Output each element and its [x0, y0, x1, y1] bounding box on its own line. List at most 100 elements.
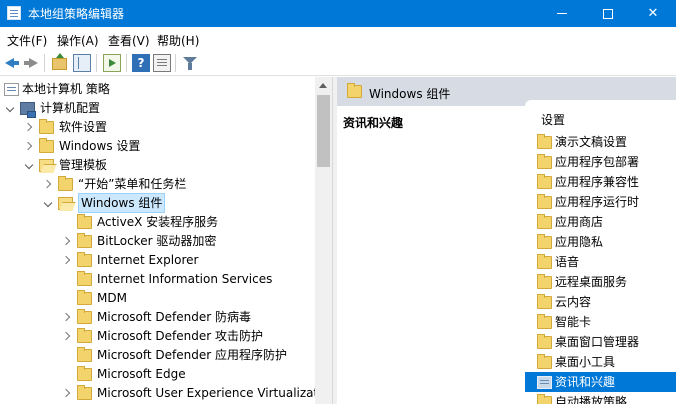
close-icon: ✕ — [647, 6, 659, 21]
tree-node-label: Microsoft Edge — [97, 367, 186, 381]
list-item[interactable]: 应用隐私 — [525, 232, 676, 252]
tree-node-label: MDM — [97, 291, 127, 305]
list-item-label: 演示文稿设置 — [555, 135, 628, 149]
close-button[interactable]: ✕ — [630, 0, 676, 27]
console-tree[interactable]: 本地计算机 策略 计算机配置 软件设置 Windows 设置 管理模板 “开始”菜单和任务… — [0, 77, 332, 404]
list-item[interactable]: 智能卡 — [525, 312, 676, 332]
tree-node-label: ActiveX 安装程序服务 — [97, 215, 219, 229]
menu-file[interactable]: 文件(F) — [7, 32, 47, 49]
menu-help[interactable]: 帮助(H) — [157, 32, 199, 49]
computer-icon — [20, 102, 36, 118]
policy-icon — [537, 376, 552, 389]
folder-icon — [537, 314, 552, 329]
tree-node-label: Microsoft Defender 攻击防护 — [97, 329, 264, 343]
minimize-icon — [557, 13, 567, 14]
back-icon[interactable] — [3, 54, 21, 72]
list-item[interactable]: 桌面小工具 — [525, 352, 676, 372]
list-item-label: 语音 — [555, 255, 580, 269]
list-item-label: 应用程序包部署 — [555, 155, 640, 169]
menu-bar: 文件(F) 操作(A) 查看(V) 帮助(H) — [0, 27, 676, 51]
toolbar-separator — [175, 54, 176, 72]
policy-icon — [4, 83, 19, 96]
chevron-down-icon[interactable] — [6, 99, 16, 118]
chevron-down-icon[interactable] — [44, 194, 54, 213]
chevron-right-icon[interactable] — [63, 327, 73, 346]
tree-node-label: BitLocker 驱动器加密 — [97, 234, 217, 248]
settings-list[interactable]: 设置 演示文稿设置 应用程序包部署 应用程序兼容性 应用程序运行时 应用商店应用隐私语音… — [525, 100, 676, 404]
list-item-label: 远程桌面服务 — [555, 275, 628, 289]
list-item[interactable]: 自动播放策略 — [525, 392, 676, 404]
list-item-label: 智能卡 — [555, 315, 592, 329]
folder-icon — [39, 119, 54, 134]
chevron-right-icon[interactable] — [63, 384, 73, 403]
minimize-button[interactable] — [539, 0, 585, 27]
list-item[interactable]: 应用商店 — [525, 212, 676, 232]
list-item[interactable]: 语音 — [525, 252, 676, 272]
chevron-right-icon[interactable] — [44, 175, 54, 194]
folder-icon — [537, 334, 552, 349]
tree-node-label: 管理模板 — [59, 158, 108, 172]
toolbar-separator — [96, 54, 97, 72]
description-title: 资讯和兴趣 — [343, 116, 404, 130]
window-title: 本地组策略编辑器 — [28, 7, 125, 21]
list-item[interactable]: 资讯和兴趣 — [525, 372, 676, 392]
list-item-label: 应用程序兼容性 — [555, 175, 640, 189]
tree-node-label: Microsoft Defender 应用程序防护 — [97, 348, 288, 362]
menu-action[interactable]: 操作(A) — [57, 32, 99, 49]
folder-icon — [537, 194, 552, 209]
properties-icon[interactable] — [153, 54, 171, 72]
open-folder-icon — [39, 159, 54, 172]
list-item-label: 应用隐私 — [555, 235, 604, 249]
folder-icon — [537, 274, 552, 289]
scroll-up-icon[interactable] — [315, 77, 332, 94]
export-list-icon[interactable] — [103, 54, 121, 72]
folder-icon — [537, 394, 552, 404]
list-item[interactable]: 应用程序兼容性 — [525, 172, 676, 192]
folder-icon — [77, 252, 92, 267]
details-pane: Windows 组件 资讯和兴趣 设置 演示文稿设置 应用程序包部署 应用程序兼容性… — [337, 77, 676, 404]
app-icon — [7, 6, 21, 20]
list-item-label: 应用程序运行时 — [555, 195, 640, 209]
folder-icon — [77, 233, 92, 248]
scroll-thumb[interactable] — [317, 95, 330, 167]
chevron-right-icon[interactable] — [25, 137, 35, 156]
folder-icon — [58, 176, 73, 191]
tree-node-label: Windows 设置 — [59, 139, 141, 153]
folder-icon — [537, 354, 552, 369]
folder-icon — [77, 290, 92, 305]
list-item[interactable]: 演示文稿设置 — [525, 132, 676, 152]
list-item-label: 桌面小工具 — [555, 355, 616, 369]
folder-icon — [347, 83, 362, 98]
list-item[interactable]: 应用程序运行时 — [525, 192, 676, 212]
chevron-right-icon[interactable] — [25, 118, 35, 137]
details-header-title: Windows 组件 — [369, 87, 451, 101]
up-one-level-icon[interactable] — [52, 53, 67, 70]
tree-node-label: 软件设置 — [59, 120, 108, 134]
forward-icon[interactable] — [22, 54, 40, 72]
chevron-right-icon[interactable] — [63, 232, 73, 251]
tree-node-label: 本地计算机 策略 — [22, 82, 110, 96]
toolbar: ? — [0, 51, 676, 76]
folder-icon — [77, 366, 92, 381]
filter-icon[interactable] — [181, 54, 199, 72]
folder-icon — [537, 234, 552, 249]
list-item[interactable]: 云内容 — [525, 292, 676, 312]
maximize-button[interactable] — [585, 0, 631, 27]
list-item[interactable]: 桌面窗口管理器 — [525, 332, 676, 352]
chevron-right-icon[interactable] — [63, 251, 73, 270]
settings-column-header[interactable]: 设置 — [541, 111, 565, 128]
folder-icon — [77, 309, 92, 324]
help-icon[interactable]: ? — [132, 54, 150, 72]
list-item[interactable]: 远程桌面服务 — [525, 272, 676, 292]
folder-icon — [537, 134, 552, 149]
toolbar-separator — [44, 54, 45, 72]
tree-node-label: Microsoft Defender 防病毒 — [97, 310, 252, 324]
show-hide-tree-icon[interactable] — [73, 54, 91, 72]
chevron-right-icon[interactable] — [63, 308, 73, 327]
list-item-label: 应用商店 — [555, 215, 604, 229]
tree-node-label: Internet Explorer — [97, 253, 199, 267]
list-item[interactable]: 应用程序包部署 — [525, 152, 676, 172]
tree-scrollbar[interactable] — [315, 77, 332, 404]
menu-view[interactable]: 查看(V) — [108, 32, 150, 49]
chevron-down-icon[interactable] — [25, 156, 35, 175]
